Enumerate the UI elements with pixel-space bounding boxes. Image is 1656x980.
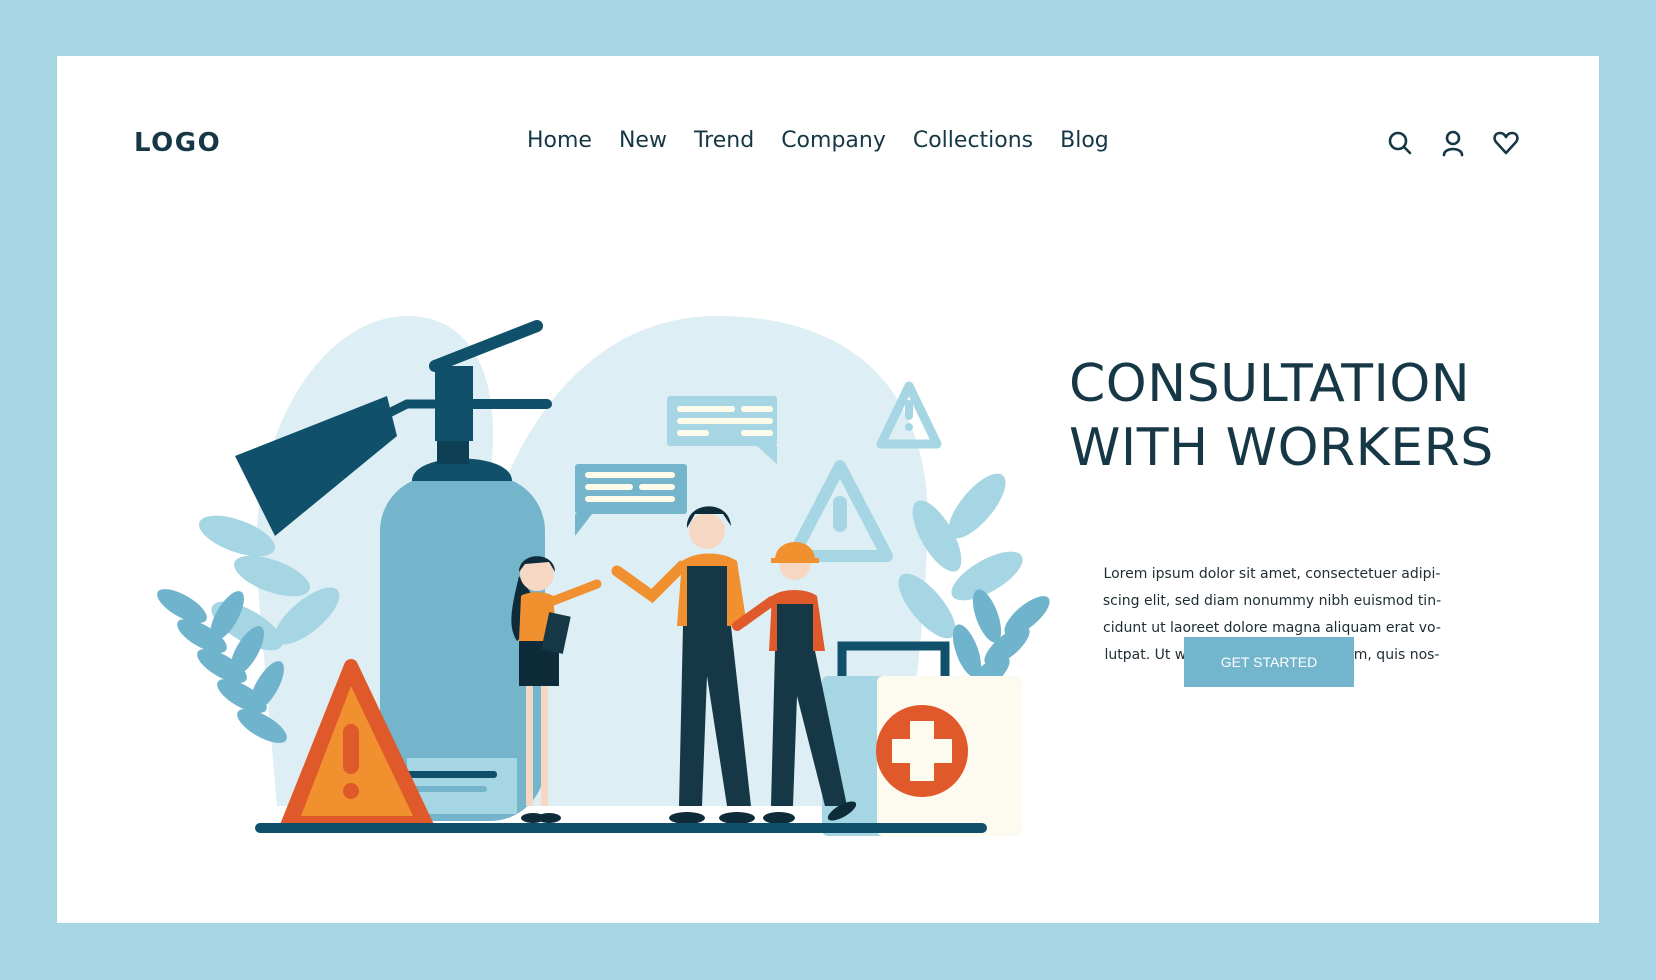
nav-company[interactable]: Company <box>781 128 886 153</box>
nav-collections[interactable]: Collections <box>913 128 1033 153</box>
hero-title: CONSULTATION WITH WORKERS <box>1069 352 1494 480</box>
hero-title-line: WITH WORKERS <box>1069 418 1494 478</box>
get-started-button[interactable]: GET STARTED <box>1184 637 1354 687</box>
nav-trend[interactable]: Trend <box>694 128 754 153</box>
search-icon[interactable] <box>1386 129 1414 157</box>
logo[interactable]: LOGO <box>134 128 221 158</box>
page-panel: LOGO Home New Trend Company Collections … <box>57 56 1599 923</box>
hero-illustration <box>157 316 1050 836</box>
nav-home[interactable]: Home <box>527 128 592 153</box>
main-nav: Home New Trend Company Collections Blog <box>527 128 1109 153</box>
header-icons <box>1386 129 1520 157</box>
nav-new[interactable]: New <box>619 128 667 153</box>
paragraph-line: scing elit, sed diam nonummy nibh euismo… <box>1102 593 1442 609</box>
paragraph-line: Lorem ipsum dolor sit amet, consectetuer… <box>1103 566 1441 582</box>
user-icon[interactable] <box>1439 129 1467 157</box>
floor <box>255 823 987 833</box>
nav-blog[interactable]: Blog <box>1060 128 1109 153</box>
heart-icon[interactable] <box>1492 129 1520 157</box>
hero-title-line: CONSULTATION <box>1069 354 1471 414</box>
